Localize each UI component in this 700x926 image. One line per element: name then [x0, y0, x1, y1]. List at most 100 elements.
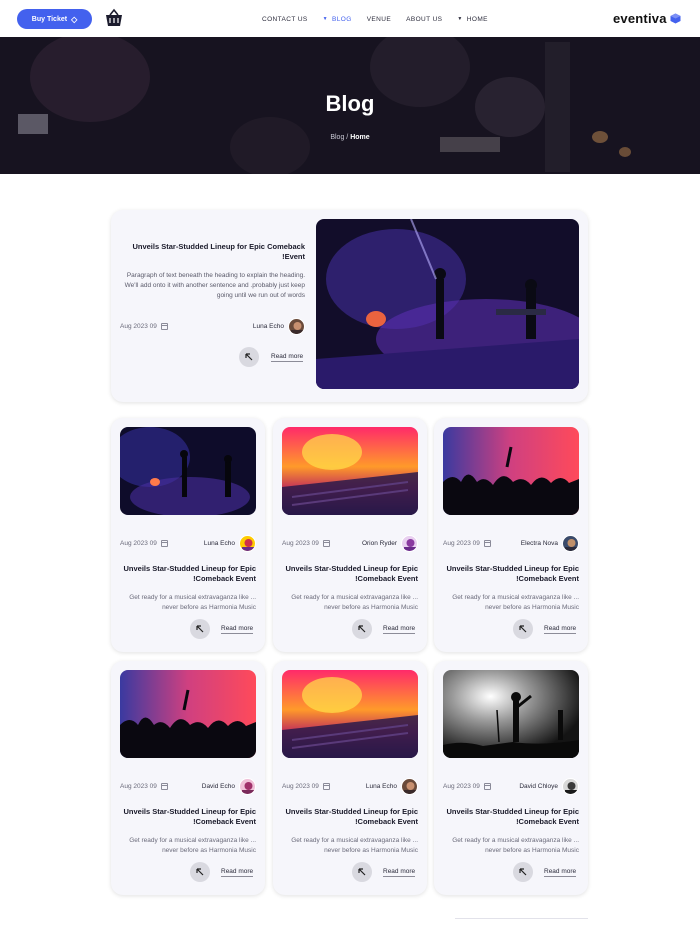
author-name: David Chloye: [519, 783, 558, 790]
blog-card-excerpt: Get ready for a musical extravaganza lik…: [129, 594, 256, 611]
blog-card-title[interactable]: Unveils Star-Studded Lineup for Epic !Co…: [443, 564, 579, 583]
calendar-icon: [483, 540, 491, 547]
cube-logo-icon: [670, 13, 681, 24]
read-more-link[interactable]: Read more: [383, 625, 416, 634]
post-date: Aug 2023 09: [120, 783, 157, 790]
blog-card-actions: Read more: [513, 862, 577, 882]
post-date-row: Aug 2023 09: [282, 540, 330, 547]
featured-post-date: Aug 2023 09: [120, 323, 168, 330]
read-more-link[interactable]: Read more: [221, 868, 254, 877]
site-header: Buy Ticket ◇ CONTACT US ▼ BLOG VENUE ABOU…: [0, 0, 700, 37]
blog-card-image[interactable]: [443, 427, 579, 515]
post-date-row: Aug 2023 09: [443, 783, 491, 790]
breadcrumb-separator: /: [346, 134, 349, 141]
post-author[interactable]: Orion Ryder: [362, 535, 418, 552]
logo-text: eventiva: [613, 11, 667, 26]
blog-card-image[interactable]: [120, 427, 256, 515]
nav-home[interactable]: ▼ HOME: [457, 13, 487, 25]
read-more-link[interactable]: Read more: [544, 625, 577, 634]
blog-card-title[interactable]: Unveils Star-Studded Lineup for Epic !Co…: [120, 807, 256, 826]
pagination[interactable]: [455, 918, 588, 926]
blog-card-title[interactable]: Unveils Star-Studded Lineup for Epic !Co…: [282, 564, 418, 583]
post-date: Aug 2023 09: [120, 540, 157, 547]
arrow-up-left-icon: [358, 868, 366, 876]
site-logo[interactable]: eventiva: [613, 11, 681, 26]
post-date-row: Aug 2023 09: [120, 540, 168, 547]
blog-card-image[interactable]: [282, 427, 418, 515]
blog-card-actions: Read more: [190, 862, 254, 882]
read-more-link[interactable]: Read more: [221, 625, 254, 634]
arrow-up-left-button[interactable]: [190, 619, 210, 639]
post-author[interactable]: Luna Echo: [366, 778, 418, 795]
post-date: Aug 2023 09: [282, 540, 319, 547]
avatar: [401, 778, 418, 795]
blog-card: Aug 2023 09 David Echo Unveils Star-Stud…: [111, 661, 265, 895]
blog-card-excerpt: Get ready for a musical extravaganza lik…: [452, 594, 579, 611]
post-date-row: Aug 2023 09: [282, 783, 330, 790]
arrow-up-left-button[interactable]: [190, 862, 210, 882]
blog-card-image[interactable]: [120, 670, 256, 758]
arrow-up-left-icon: [358, 625, 366, 633]
author-name: Luna Echo: [252, 323, 284, 330]
blog-card: Aug 2023 09 Luna Echo Unveils Star-Studd…: [111, 418, 265, 652]
arrow-up-left-button[interactable]: [352, 862, 372, 882]
avatar: [401, 535, 418, 552]
nav-contact-us[interactable]: CONTACT US: [262, 13, 308, 25]
read-more-link[interactable]: Read more: [544, 868, 577, 877]
read-more-link[interactable]: Read more: [271, 353, 304, 362]
nav-venue[interactable]: VENUE: [367, 13, 391, 25]
post-author[interactable]: David Echo: [202, 778, 256, 795]
basket-icon[interactable]: [105, 8, 123, 28]
blog-card-title[interactable]: Unveils Star-Studded Lineup for Epic !Co…: [282, 807, 418, 826]
post-author[interactable]: Luna Echo: [204, 535, 256, 552]
calendar-icon: [322, 783, 330, 790]
featured-post-title[interactable]: Unveils Star-Studded Lineup for Epic Com…: [123, 242, 305, 262]
breadcrumb: Blog / Home: [0, 134, 700, 141]
blog-card-image[interactable]: [443, 670, 579, 758]
buy-ticket-label: Buy Ticket: [31, 15, 68, 23]
arrow-up-left-button[interactable]: [239, 347, 259, 367]
read-more-link[interactable]: Read more: [383, 868, 416, 877]
nav-contact-us-label: CONTACT US: [262, 15, 308, 23]
post-date-row: Aug 2023 09: [443, 540, 491, 547]
breadcrumb-home-link[interactable]: Home: [350, 134, 369, 141]
blog-card-image[interactable]: [282, 670, 418, 758]
blog-card-title[interactable]: Unveils Star-Studded Lineup for Epic !Co…: [443, 807, 579, 826]
hero-banner: Blog Blog / Home: [0, 37, 700, 174]
featured-post-actions: Read more: [239, 347, 304, 367]
blog-card: Aug 2023 09 Electra Nova Unveils Star-St…: [434, 418, 588, 652]
nav-about-us[interactable]: ABOUT US: [406, 13, 442, 25]
author-name: Electra Nova: [520, 540, 558, 547]
arrow-up-left-icon: [245, 353, 253, 361]
ticket-icon: ◇: [71, 14, 78, 24]
blog-card: Aug 2023 09 Luna Echo Unveils Star-Studd…: [273, 661, 427, 895]
blog-card-title[interactable]: Unveils Star-Studded Lineup for Epic !Co…: [120, 564, 256, 583]
calendar-icon: [483, 783, 491, 790]
calendar-icon: [160, 783, 168, 790]
blog-card-excerpt: Get ready for a musical extravaganza lik…: [291, 594, 418, 611]
post-author[interactable]: Electra Nova: [521, 535, 579, 552]
avatar: [288, 318, 305, 335]
avatar: [239, 778, 256, 795]
arrow-up-left-button[interactable]: [513, 862, 533, 882]
featured-post-card: Unveils Star-Studded Lineup for Epic Com…: [111, 210, 588, 402]
arrow-up-left-button[interactable]: [352, 619, 372, 639]
calendar-icon: [322, 540, 330, 547]
post-date: Aug 2023 09: [120, 323, 157, 330]
featured-post-image[interactable]: [316, 219, 579, 389]
arrow-up-left-button[interactable]: [513, 619, 533, 639]
author-name: Orion Ryder: [361, 540, 397, 547]
breadcrumb-blog-link[interactable]: Blog: [330, 134, 344, 141]
nav-blog[interactable]: ▼ BLOG: [323, 13, 352, 25]
featured-post-author[interactable]: Luna Echo: [253, 318, 305, 335]
blog-card-actions: Read more: [352, 862, 416, 882]
arrow-up-left-icon: [196, 625, 204, 633]
buy-ticket-button[interactable]: Buy Ticket ◇: [17, 9, 92, 29]
author-name: Luna Echo: [203, 540, 235, 547]
nav-blog-label: BLOG: [332, 15, 352, 23]
blog-card-actions: Read more: [513, 619, 577, 639]
blog-card-excerpt: Get ready for a musical extravaganza lik…: [129, 837, 256, 854]
post-author[interactable]: David Chloye: [519, 778, 579, 795]
avatar: [239, 535, 256, 552]
nav-venue-label: VENUE: [366, 15, 392, 23]
